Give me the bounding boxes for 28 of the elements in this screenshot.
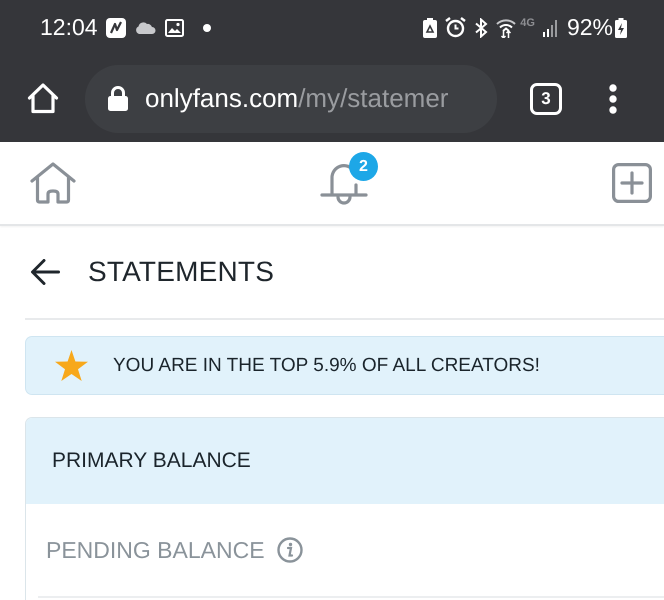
signal-icon — [542, 18, 559, 36]
lock-icon — [108, 86, 128, 111]
network-type-label: 4G — [520, 16, 535, 28]
page-title: STATEMENTS — [88, 256, 274, 288]
add-icon[interactable] — [612, 163, 652, 203]
back-arrow-icon[interactable] — [30, 259, 60, 285]
battery-saver-icon — [423, 18, 438, 38]
wifi-icon — [496, 18, 516, 38]
banner-text: YOU ARE IN THE TOP 5.9% OF ALL CREATORS! — [113, 354, 540, 376]
url-text: onlyfans.com/my/statemer — [145, 83, 448, 114]
image-icon — [164, 18, 184, 36]
balance-label: PENDING BALANCE — [46, 536, 265, 564]
alarm-icon — [445, 17, 466, 38]
app-notification-icon — [106, 18, 126, 38]
cloud-icon — [134, 22, 156, 34]
bluetooth-icon — [474, 18, 488, 38]
status-time: 12:04 — [40, 14, 98, 41]
dot-icon — [202, 24, 211, 32]
address-bar[interactable]: onlyfans.com/my/statemer — [85, 64, 497, 132]
info-icon[interactable] — [276, 537, 303, 563]
tab-count-button[interactable]: 3 — [530, 82, 562, 114]
more-menu-icon[interactable] — [609, 84, 617, 114]
card-title: PRIMARY BALANCE — [52, 449, 251, 473]
bell-icon[interactable] — [320, 161, 368, 205]
notification-badge: 2 — [349, 152, 378, 181]
battery-charging-icon — [615, 18, 627, 38]
battery-percent: 92% — [566, 14, 613, 41]
star-icon — [55, 350, 88, 381]
